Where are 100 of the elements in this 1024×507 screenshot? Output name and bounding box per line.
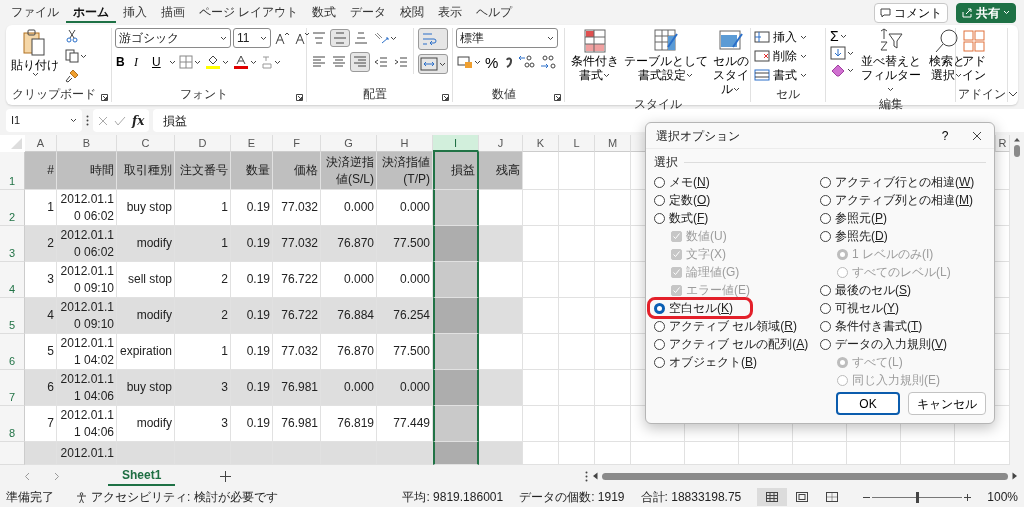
radio-button[interactable] [654,176,665,188]
menu-tab[interactable]: データ [343,2,394,23]
row-header[interactable]: 7 [0,370,25,406]
radio-button[interactable] [820,176,831,188]
option-label[interactable]: 参照元(P) [835,209,887,227]
column-header[interactable]: E [231,135,273,152]
previous-sheet-icon[interactable] [24,471,30,481]
scrollbar-thumb[interactable] [602,472,1008,480]
font-size-dropdown[interactable]: 11 [233,28,271,48]
option-label[interactable]: データの入力規則(V) [835,335,947,353]
bold-button[interactable]: B [115,55,131,69]
name-box[interactable]: I1 [6,109,82,132]
add-sheet-icon[interactable] [220,470,232,482]
menu-tab[interactable]: ページ レイアウト [192,2,306,23]
scrollbar-thumb[interactable] [1014,145,1020,157]
column-header[interactable]: J [479,135,523,152]
zoom-level[interactable]: 100% [987,488,1018,506]
increase-decimal-button[interactable] [516,54,536,70]
accounting-button[interactable] [456,54,482,70]
sheet-tab[interactable]: Sheet1 [108,466,176,486]
radio-button[interactable] [820,302,831,314]
dialog-launcher-icon[interactable] [554,94,561,101]
number-format-dropdown[interactable]: 標準 [456,28,558,48]
option-label[interactable]: 条件付き書式(T) [835,317,923,335]
accessibility-status[interactable]: アクセシビリティ: 検討が必要です [91,488,278,506]
comment-button[interactable]: コメント [874,2,948,23]
sort-filter-button[interactable]: 並べ替えとフィルター [858,28,923,96]
radio-button[interactable] [654,338,665,350]
menu-tab[interactable]: ヘルプ [469,2,520,23]
column-header[interactable]: I [433,135,479,152]
font-color-button[interactable] [232,53,258,71]
column-header[interactable]: R [996,135,1010,152]
scroll-right-icon[interactable] [1012,472,1018,480]
format-as-table-button[interactable]: テーブルとして書式設定 [621,28,710,82]
column-header[interactable]: A [25,135,57,152]
menu-tab[interactable]: 数式 [305,2,344,23]
radio-button[interactable] [654,194,665,206]
insert-cells-button[interactable]: 挿入 [754,28,807,46]
dialog-launcher-icon[interactable] [296,94,303,101]
row-header[interactable]: 3 [0,226,25,262]
radio-button[interactable] [654,356,665,368]
menu-tab[interactable]: 表示 [431,2,470,23]
column-header[interactable]: K [523,135,559,152]
column-header[interactable]: L [559,135,595,152]
radio-button[interactable] [820,230,831,242]
option-label[interactable]: アクティブ行との相違(W) [835,173,975,191]
collapse-ribbon-icon[interactable] [1008,91,1018,97]
cancel-button[interactable]: キャンセル [908,392,986,415]
caret-icon[interactable] [169,59,176,65]
row-header[interactable]: 1 [0,152,25,190]
option-label[interactable]: オブジェクト(B) [669,353,757,371]
font-name-dropdown[interactable]: 游ゴシック [115,28,231,48]
grow-font-button[interactable] [273,30,291,46]
conditional-format-button[interactable]: 条件付き書式 [568,28,621,82]
decrease-decimal-button[interactable] [538,54,558,70]
percent-button[interactable]: % [484,53,500,71]
bottom-align-button[interactable] [352,30,370,46]
row-header[interactable]: 8 [0,406,25,442]
scroll-left-icon[interactable] [592,472,599,480]
column-header[interactable]: D [175,135,231,152]
row-header[interactable]: 5 [0,298,25,334]
share-button[interactable]: 共有 [956,2,1016,23]
format-cells-button[interactable]: 書式 [754,66,807,84]
column-header[interactable]: B [57,135,117,152]
cell-styles-button[interactable]: セルのスタイル [710,28,751,96]
orientation-button[interactable] [372,30,398,46]
row-header[interactable]: 6 [0,334,25,370]
menu-tab[interactable]: 挿入 [116,2,154,23]
radio-button[interactable] [820,320,831,332]
dialog-launcher-icon[interactable] [101,94,108,101]
insert-function-button[interactable]: fx [132,111,145,130]
paste-button[interactable]: 貼り付け [9,28,61,77]
row-header[interactable]: 4 [0,262,25,298]
copy-button[interactable] [64,48,88,64]
radio-button[interactable] [654,302,665,314]
row-header[interactable]: 2 [0,190,25,226]
merge-button[interactable] [418,54,448,74]
shrink-font-button[interactable] [293,30,311,46]
radio-button[interactable] [654,320,665,332]
option-label[interactable]: 可視セル(Y) [835,299,899,317]
option-label[interactable]: アクティブ列との相違(M) [835,191,973,209]
ok-button[interactable]: OK [836,392,900,415]
zoom-thumb[interactable] [916,491,920,503]
radio-button[interactable] [654,212,665,224]
option-label[interactable]: 数式(F) [669,209,709,227]
column-header[interactable]: F [273,135,321,152]
column-header[interactable]: G [321,135,377,152]
radio-button[interactable] [820,338,831,350]
radio-button[interactable] [820,194,831,206]
option-label[interactable]: アクティブ セルの配列(A) [669,335,809,353]
more-icon[interactable] [585,470,589,482]
option-label[interactable]: 空白セル(K) [669,299,733,317]
delete-cells-button[interactable]: 削除 [754,47,807,65]
option-label[interactable]: 参照先(D) [835,227,888,245]
autosum-button[interactable]: Σ [829,28,855,44]
option-label[interactable]: メモ(N) [669,173,710,191]
column-header[interactable]: C [117,135,175,152]
fill-button[interactable] [829,45,855,61]
dialog-launcher-icon[interactable] [442,94,449,101]
fill-color-button[interactable] [204,53,230,71]
